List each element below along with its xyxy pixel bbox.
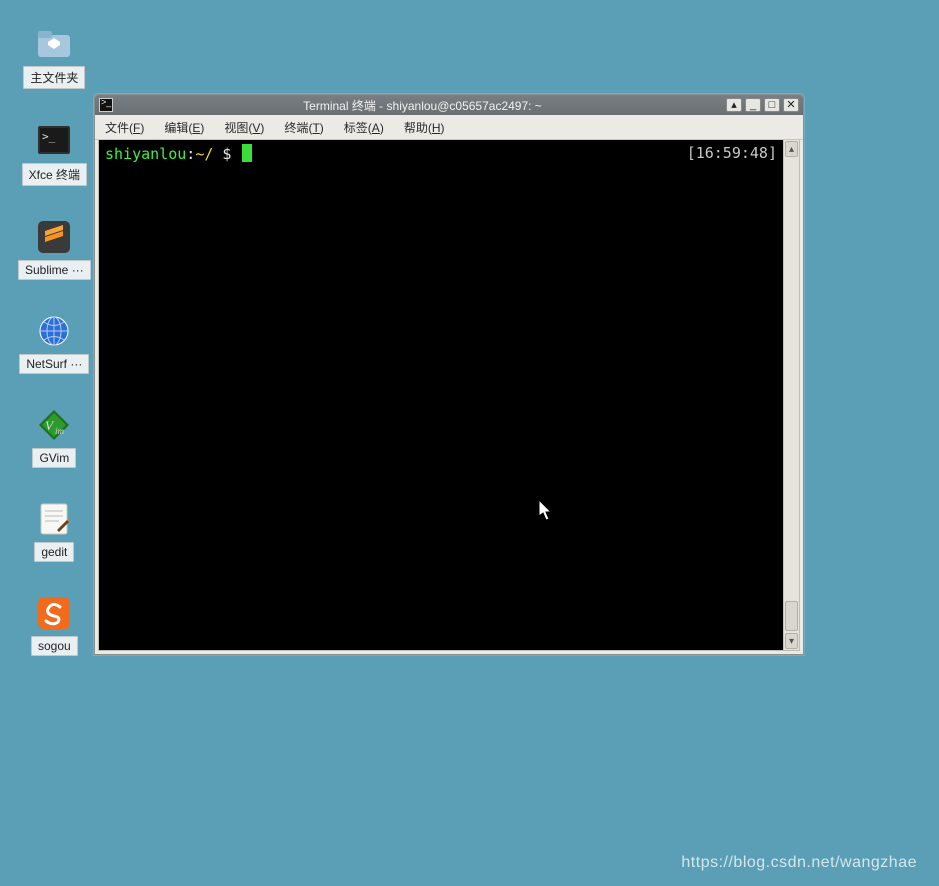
menu-label: 帮助 [404, 121, 428, 135]
menu-view[interactable]: 视图(V) [220, 118, 268, 137]
terminal-window: Terminal 终端 - shiyanlou@c05657ac2497: ~ … [94, 94, 804, 655]
menu-label: 终端 [284, 121, 308, 135]
menu-tabs[interactable]: 标签(A) [340, 118, 388, 137]
mouse-cursor-icon [539, 500, 554, 522]
menu-accel: E [192, 121, 200, 135]
terminal-content[interactable]: shiyanlou:~/ $ [16:59:48] [99, 140, 783, 650]
icon-label: Xfce 终端 [22, 163, 87, 186]
menu-accel: V [252, 121, 260, 135]
gedit-icon [37, 502, 71, 536]
menu-label: 视图 [224, 121, 248, 135]
icon-label: 主文件夹 [23, 66, 85, 89]
menu-help[interactable]: 帮助(H) [400, 118, 449, 137]
desktop-icon-sublime[interactable]: Sublime ··· [18, 220, 91, 280]
svg-text:im: im [55, 426, 65, 436]
icon-label: Sublime ··· [18, 260, 91, 280]
maximize-button[interactable]: □ [764, 98, 780, 112]
icon-label: gedit [34, 542, 74, 562]
menu-label: 编辑 [164, 121, 188, 135]
icon-label: NetSurf ··· [19, 354, 89, 374]
timestamp: [16:59:48] [687, 144, 777, 163]
terminal-icon: >_ [37, 123, 71, 157]
prompt-colon: : [186, 145, 195, 163]
shade-button[interactable]: ▴ [726, 98, 742, 112]
desktop-icon-gvim[interactable]: V im GVim [18, 408, 91, 468]
menu-accel: A [372, 121, 380, 135]
desktop-icon-xfce-terminal[interactable]: >_ Xfce 终端 [18, 123, 91, 186]
svg-text:>_: >_ [42, 130, 56, 143]
prompt-user: shiyanlou [105, 145, 186, 163]
icon-label: sogou [31, 636, 78, 656]
window-terminal-icon [99, 98, 113, 112]
desktop-icon-gedit[interactable]: gedit [18, 502, 91, 562]
menu-file[interactable]: 文件(F) [101, 118, 148, 137]
menu-accel: T [312, 121, 319, 135]
desktop-icons: 主文件夹 >_ Xfce 终端 Sublime ··· [18, 26, 91, 656]
menu-accel: H [432, 121, 441, 135]
minimize-button[interactable]: _ [745, 98, 761, 112]
prompt-dollar: $ [213, 145, 240, 163]
close-button[interactable]: ✕ [783, 98, 799, 112]
watermark: https://blog.csdn.net/wangzhae [681, 854, 917, 872]
menu-terminal[interactable]: 终端(T) [280, 118, 327, 137]
terminal-body: shiyanlou:~/ $ [16:59:48] ▴ ▾ [98, 140, 800, 651]
folder-icon [37, 26, 71, 60]
icon-label: GVim [32, 448, 76, 468]
scrollbar: ▴ ▾ [783, 140, 799, 650]
prompt-path: ~/ [195, 145, 213, 163]
desktop-icon-sogou[interactable]: sogou [18, 596, 91, 656]
prompt-line: shiyanlou:~/ $ [16:59:48] [105, 144, 777, 163]
scroll-down-button[interactable]: ▾ [785, 633, 798, 649]
menu-label: 文件 [105, 121, 129, 135]
title-buttons: ▴ _ □ ✕ [726, 98, 799, 112]
menubar: 文件(F) 编辑(E) 视图(V) 终端(T) 标签(A) 帮助(H) [95, 115, 803, 140]
scroll-thumb[interactable] [785, 601, 798, 631]
sogou-icon [37, 596, 71, 630]
menu-label: 标签 [344, 121, 368, 135]
desktop-icon-home-folder[interactable]: 主文件夹 [18, 26, 91, 89]
scroll-up-button[interactable]: ▴ [785, 141, 798, 157]
titlebar[interactable]: Terminal 终端 - shiyanlou@c05657ac2497: ~ … [95, 95, 803, 115]
window-title: Terminal 终端 - shiyanlou@c05657ac2497: ~ [119, 97, 726, 114]
globe-icon [37, 314, 71, 348]
cursor-block [242, 144, 252, 162]
menu-edit[interactable]: 编辑(E) [160, 118, 208, 137]
prompt: shiyanlou:~/ $ [105, 144, 252, 163]
gvim-icon: V im [37, 408, 71, 442]
sublime-icon [37, 220, 71, 254]
menu-accel: F [133, 121, 140, 135]
desktop-icon-netsurf[interactable]: NetSurf ··· [18, 314, 91, 374]
